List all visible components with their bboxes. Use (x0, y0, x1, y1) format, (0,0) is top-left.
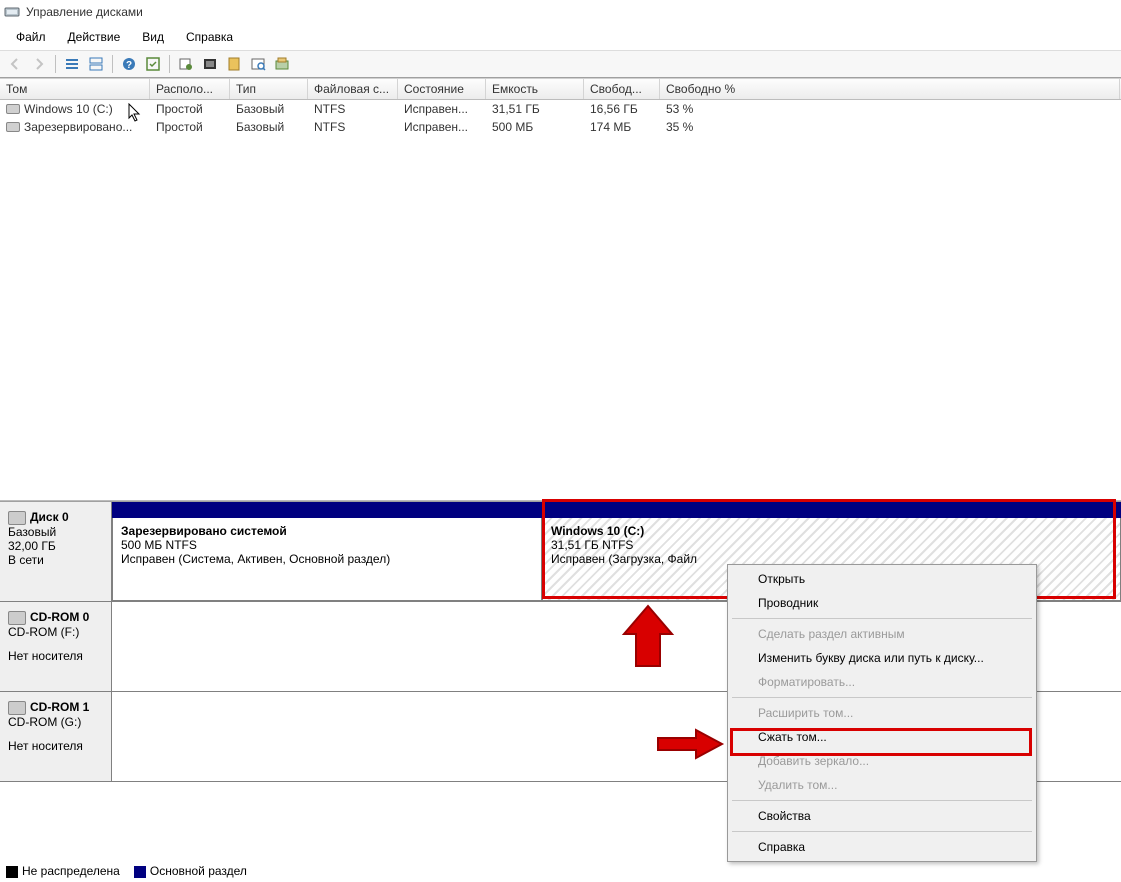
partition-sub: 31,51 ГБ NTFS (551, 538, 1112, 552)
annotation-arrow-right-icon (656, 728, 726, 760)
cell-freepct: 35 % (660, 117, 1120, 137)
view-list-icon[interactable] (61, 53, 83, 75)
ctx-explorer[interactable]: Проводник (730, 591, 1034, 615)
action2-icon[interactable] (199, 53, 221, 75)
disk-label[interactable]: CD-ROM 0 CD-ROM (F:) Нет носителя (0, 602, 112, 691)
col-capacity[interactable]: Емкость (486, 79, 584, 99)
col-layout[interactable]: Располо... (150, 79, 230, 99)
cell-layout: Простой (150, 99, 230, 119)
back-icon (4, 53, 26, 75)
disk-sub: CD-ROM (F:) (8, 625, 103, 639)
swatch-primary-icon (134, 866, 146, 878)
partition-status: Исправен (Система, Активен, Основной раз… (121, 552, 533, 566)
disk-size: 32,00 ГБ (8, 539, 103, 553)
annotation-arrow-up-icon (618, 604, 678, 674)
disk-stripe (112, 502, 1121, 518)
disk-state: Нет носителя (8, 739, 103, 753)
col-type[interactable]: Тип (230, 79, 308, 99)
cell-free: 174 МБ (584, 117, 660, 137)
window-title: Управление дисками (26, 5, 143, 19)
col-volume[interactable]: Том (0, 79, 150, 99)
action3-icon[interactable] (223, 53, 245, 75)
ctx-format: Форматировать... (730, 670, 1034, 694)
table-row[interactable]: Windows 10 (C:) Простой Базовый NTFS Исп… (0, 100, 1121, 118)
menu-file[interactable]: Файл (6, 28, 56, 46)
partition-title: Windows 10 (C:) (551, 524, 1112, 538)
legend-primary: Основной раздел (150, 864, 247, 878)
cell-status: Исправен... (398, 99, 486, 119)
menubar: Файл Действие Вид Справка (0, 24, 1121, 50)
cell-free: 16,56 ГБ (584, 99, 660, 119)
ctx-mirror: Добавить зеркало... (730, 749, 1034, 773)
cell-type: Базовый (230, 99, 308, 119)
legend-unallocated: Не распределена (22, 864, 120, 878)
legend: Не распределена Основной раздел (6, 864, 247, 878)
col-fs[interactable]: Файловая с... (308, 79, 398, 99)
ctx-shrink[interactable]: Сжать том... (730, 725, 1034, 749)
cell-fs: NTFS (308, 99, 398, 119)
svg-text:?: ? (126, 60, 132, 71)
action1-icon[interactable] (175, 53, 197, 75)
cursor-icon (128, 103, 142, 123)
menu-help[interactable]: Справка (176, 28, 243, 46)
disk-label[interactable]: CD-ROM 1 CD-ROM (G:) Нет носителя (0, 692, 112, 781)
col-free[interactable]: Свобод... (584, 79, 660, 99)
forward-icon (28, 53, 50, 75)
disk-type: Базовый (8, 525, 103, 539)
swatch-unallocated-icon (6, 866, 18, 878)
action4-icon[interactable] (247, 53, 269, 75)
menu-action[interactable]: Действие (58, 28, 131, 46)
ctx-properties[interactable]: Свойства (730, 804, 1034, 828)
cell-layout: Простой (150, 117, 230, 137)
disk-header: CD-ROM 0 (30, 610, 89, 624)
ctx-change-letter[interactable]: Изменить букву диска или путь к диску... (730, 646, 1034, 670)
action5-icon[interactable] (271, 53, 293, 75)
partition-title: Зарезервировано системой (121, 524, 533, 538)
context-menu: Открыть Проводник Сделать раздел активны… (727, 564, 1037, 862)
toolbar: ? (0, 50, 1121, 78)
disk-sub: CD-ROM (G:) (8, 715, 103, 729)
help-icon[interactable]: ? (118, 53, 140, 75)
cell-fs: NTFS (308, 117, 398, 137)
col-status[interactable]: Состояние (398, 79, 486, 99)
ctx-delete: Удалить том... (730, 773, 1034, 797)
volume-icon (6, 122, 20, 132)
cell-capacity: 500 МБ (486, 117, 584, 137)
partition-system-reserved[interactable]: Зарезервировано системой 500 МБ NTFS Исп… (112, 518, 542, 601)
disk-state: Нет носителя (8, 649, 103, 663)
partition-sub: 500 МБ NTFS (121, 538, 533, 552)
disk-state: В сети (8, 553, 103, 567)
disk-header: Диск 0 (30, 510, 69, 524)
cell-volume: Windows 10 (C:) (24, 102, 113, 116)
disk-label[interactable]: Диск 0 Базовый 32,00 ГБ В сети (0, 502, 112, 601)
app-icon (4, 4, 20, 20)
cell-status: Исправен... (398, 117, 486, 137)
column-header-row: Том Располо... Тип Файловая с... Состоян… (0, 78, 1121, 100)
cdrom-icon (8, 701, 26, 715)
ctx-extend: Расширить том... (730, 701, 1034, 725)
menu-view[interactable]: Вид (132, 28, 174, 46)
cell-volume: Зарезервировано... (24, 120, 132, 134)
disk-icon (8, 511, 26, 525)
cell-capacity: 31,51 ГБ (486, 99, 584, 119)
volume-list: Том Располо... Тип Файловая с... Состоян… (0, 78, 1121, 501)
view-split-icon[interactable] (85, 53, 107, 75)
ctx-open[interactable]: Открыть (730, 567, 1034, 591)
volume-icon (6, 104, 20, 114)
refresh-icon[interactable] (142, 53, 164, 75)
table-row[interactable]: Зарезервировано... Простой Базовый NTFS … (0, 118, 1121, 136)
ctx-make-active: Сделать раздел активным (730, 622, 1034, 646)
cell-freepct: 53 % (660, 99, 1120, 119)
cell-type: Базовый (230, 117, 308, 137)
ctx-help[interactable]: Справка (730, 835, 1034, 859)
col-freepct[interactable]: Свободно % (660, 79, 1120, 99)
titlebar: Управление дисками (0, 0, 1121, 24)
cdrom-icon (8, 611, 26, 625)
disk-header: CD-ROM 1 (30, 700, 89, 714)
